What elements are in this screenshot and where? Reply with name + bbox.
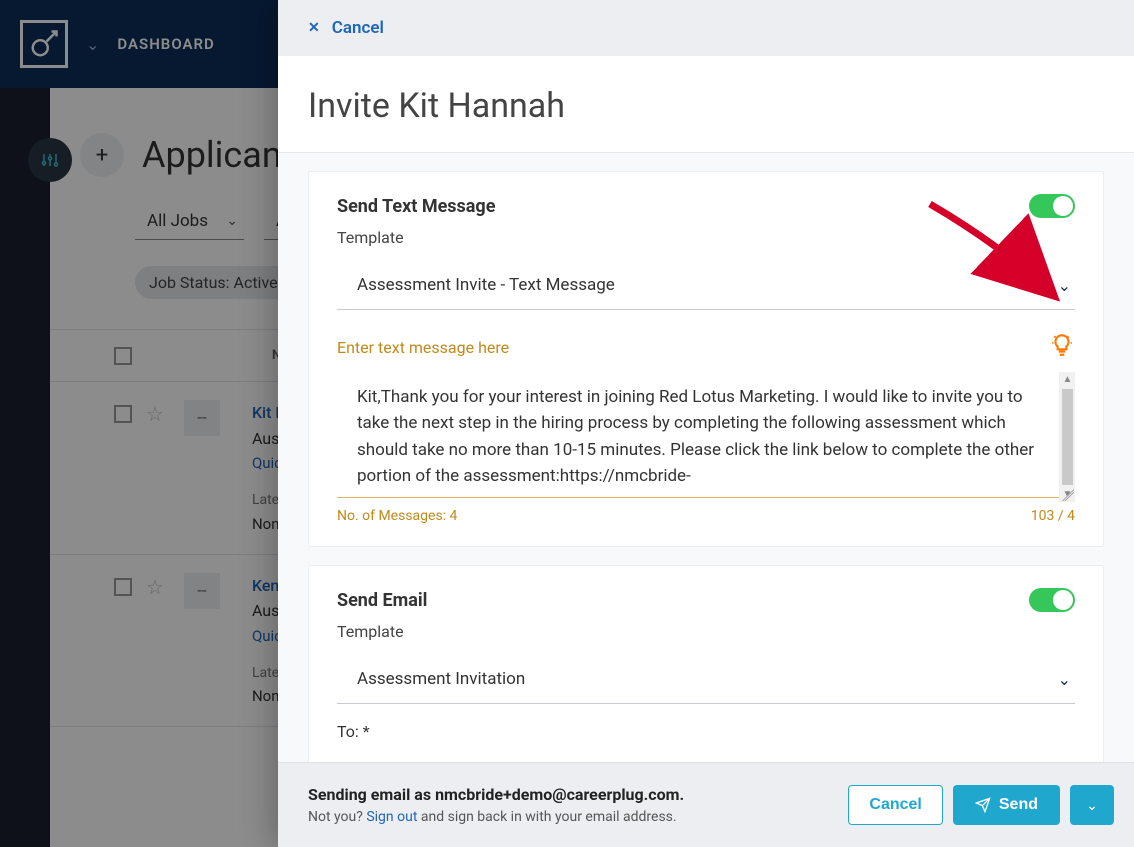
cancel-label: Cancel bbox=[332, 18, 384, 38]
message-meta: No. of Messages: 4 103 / 4 bbox=[337, 508, 1075, 524]
panel-cancel-link[interactable]: ✕ Cancel bbox=[308, 18, 384, 38]
chevron-down-icon: ⌄ bbox=[1058, 276, 1071, 295]
invite-side-panel: ✕ Cancel Invite Kit Hannah Send Text Mes… bbox=[278, 0, 1134, 847]
send-button[interactable]: Send bbox=[953, 785, 1060, 825]
scroll-thumb[interactable] bbox=[1062, 389, 1073, 485]
text-card-title: Send Text Message bbox=[337, 196, 495, 217]
message-input-label: Enter text message here bbox=[337, 338, 509, 357]
message-count: No. of Messages: 4 bbox=[337, 508, 457, 524]
textarea-scrollbar[interactable]: ▲ ▼ bbox=[1059, 372, 1075, 502]
not-you-text: Not you? bbox=[308, 809, 366, 825]
sign-back-text: and sign back in with your email address… bbox=[417, 809, 676, 825]
panel-title: Invite Kit Hannah bbox=[308, 86, 1104, 126]
template-label: Template bbox=[337, 228, 1075, 247]
email-template-select[interactable]: Assessment Invitation ⌄ bbox=[337, 655, 1075, 704]
email-to-label: To: * bbox=[337, 722, 1075, 741]
scroll-up-icon[interactable]: ▲ bbox=[1060, 372, 1075, 387]
cancel-button[interactable]: Cancel bbox=[848, 785, 942, 825]
panel-body: Send Text Message Template Assessment In… bbox=[278, 153, 1134, 762]
email-card: Send Email Template Assessment Invitatio… bbox=[308, 565, 1104, 762]
sending-as-prefix: Sending email as bbox=[308, 785, 435, 804]
email-card-title: Send Email bbox=[337, 590, 427, 611]
panel-topbar: ✕ Cancel bbox=[278, 0, 1134, 56]
email-toggle[interactable] bbox=[1029, 588, 1075, 612]
panel-header: Invite Kit Hannah bbox=[278, 56, 1134, 153]
message-textarea-wrap: ▲ ▼ bbox=[337, 372, 1075, 502]
email-template-value: Assessment Invitation bbox=[357, 669, 525, 689]
footer-info: Sending email as nmcbride+demo@careerplu… bbox=[308, 783, 684, 828]
paper-plane-icon bbox=[975, 797, 991, 813]
text-template-value: Assessment Invite - Text Message bbox=[357, 275, 615, 295]
message-textarea[interactable] bbox=[337, 372, 1075, 498]
sending-as-email: nmcbride+demo@careerplug.com. bbox=[435, 785, 684, 804]
text-toggle[interactable] bbox=[1029, 194, 1075, 218]
text-message-card: Send Text Message Template Assessment In… bbox=[308, 171, 1104, 547]
text-template-select[interactable]: Assessment Invite - Text Message ⌄ bbox=[337, 261, 1075, 310]
send-label: Send bbox=[999, 796, 1038, 814]
sign-out-link[interactable]: Sign out bbox=[366, 809, 417, 825]
resize-handle-icon[interactable] bbox=[1062, 489, 1074, 501]
panel-footer: Sending email as nmcbride+demo@careerplu… bbox=[278, 762, 1134, 847]
email-template-label: Template bbox=[337, 622, 1075, 641]
lightbulb-icon[interactable] bbox=[1049, 332, 1075, 362]
send-dropdown-button[interactable]: ⌄ bbox=[1070, 785, 1114, 825]
char-count: 103 / 4 bbox=[1031, 508, 1075, 524]
chevron-down-icon: ⌄ bbox=[1058, 670, 1071, 689]
close-icon: ✕ bbox=[308, 20, 320, 36]
